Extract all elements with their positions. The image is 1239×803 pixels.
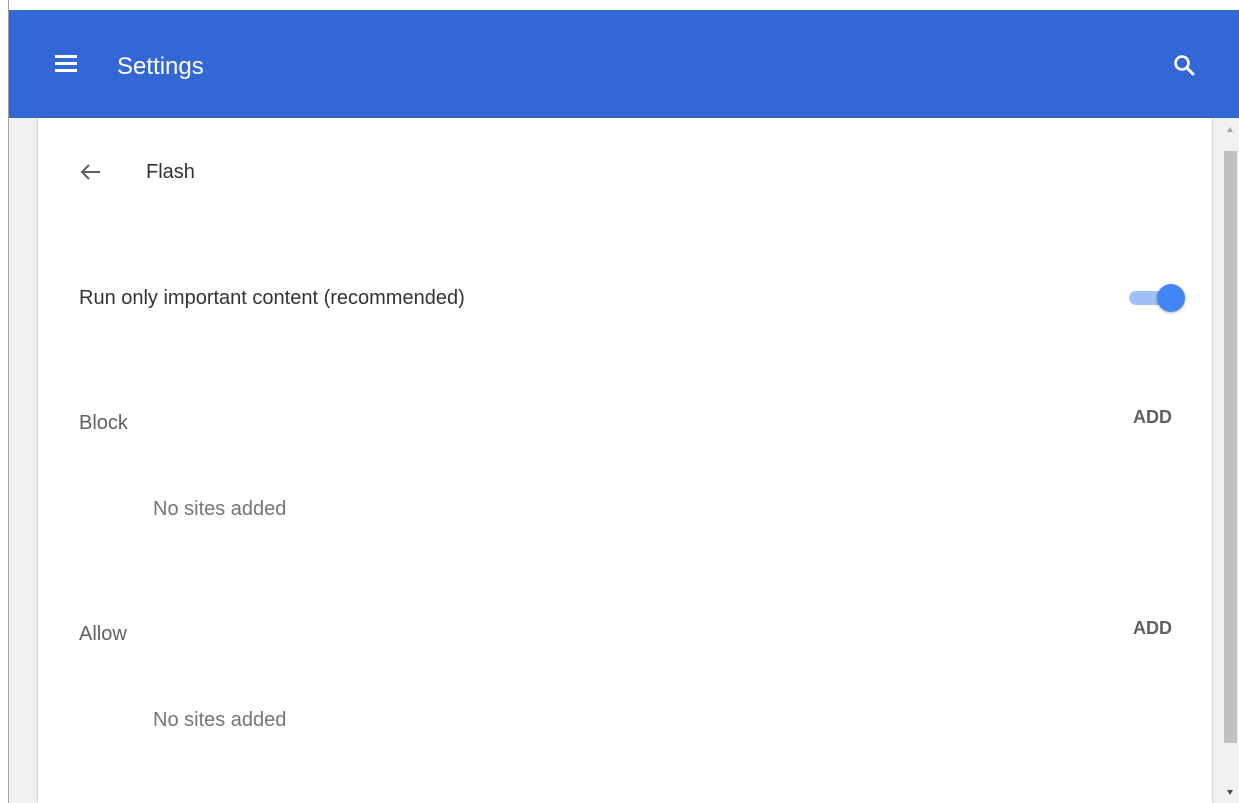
settings-window: Settings Flash Run only important conten… [0,0,1239,803]
allow-empty-text: No sites added [153,709,287,731]
page-title: Flash [146,161,195,183]
toggle-knob [1157,284,1185,312]
allow-section-header: Allow [79,623,127,645]
arrow-back-icon[interactable] [78,159,104,185]
scroll-down-arrow-icon[interactable] [1227,790,1233,795]
window-left-edge [0,0,9,803]
vertical-scrollbar[interactable] [1222,118,1239,803]
search-icon[interactable] [1172,53,1198,79]
allow-add-button[interactable]: ADD [1133,617,1172,639]
hamburger-menu-icon[interactable] [55,55,77,73]
scroll-thumb[interactable] [1224,151,1237,743]
top-border [0,0,1239,10]
run-important-content-toggle[interactable] [1127,284,1185,312]
block-empty-text: No sites added [153,498,287,520]
flash-settings-card: Flash Run only important content (recomm… [38,118,1212,803]
block-section-header: Block [79,412,128,434]
block-add-button[interactable]: ADD [1133,406,1172,428]
content-area: Flash Run only important content (recomm… [10,118,1222,803]
toolbar-title: Settings [117,53,204,80]
settings-toolbar: Settings [9,10,1239,118]
scroll-up-arrow-icon[interactable] [1227,127,1233,132]
run-important-content-label: Run only important content (recommended) [79,287,465,309]
